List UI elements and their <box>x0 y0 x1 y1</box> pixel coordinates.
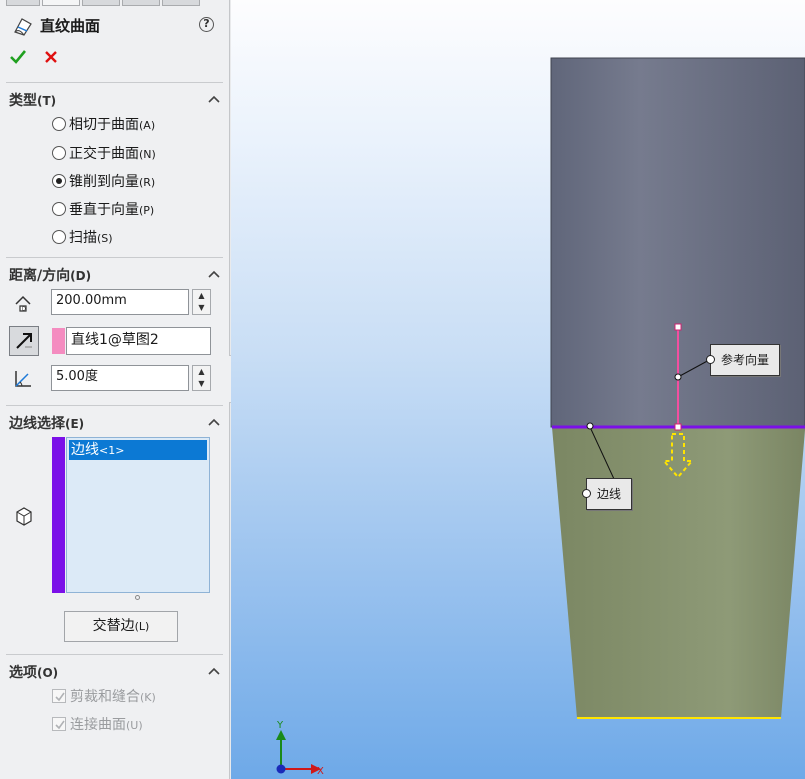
angle-input[interactable]: 5.00度 <box>51 365 189 391</box>
radio-perpendicular-to-vector[interactable]: 垂直于向量(P) <box>52 199 154 219</box>
divider <box>6 405 223 406</box>
radio-tapered-to-vector[interactable]: 锥削到向量(R) <box>52 171 155 191</box>
vector-endpoint[interactable] <box>674 323 682 331</box>
divider <box>6 654 223 655</box>
radio-button[interactable] <box>52 202 66 216</box>
edge-select-icon <box>16 507 32 526</box>
radio-label: 扫描(S) <box>69 230 113 246</box>
radio-normal-to-surface[interactable]: 正交于曲面(N) <box>52 143 156 163</box>
radio-label: 锥削到向量(R) <box>69 174 156 190</box>
tab-display-manager[interactable] <box>162 0 200 6</box>
chevron-up-icon[interactable] <box>208 270 220 278</box>
direction-reference-field[interactable]: 直线1@草图2 <box>66 327 211 355</box>
radio-button[interactable] <box>52 230 66 244</box>
distance-spinner[interactable]: ▲ ▼ <box>192 289 211 315</box>
reverse-direction-icon <box>16 333 32 349</box>
edge-selection-list[interactable]: 边线<1> <box>66 437 210 593</box>
spin-up-icon[interactable]: ▲ <box>193 366 210 378</box>
edge-section-title: 边线选择 <box>9 416 65 432</box>
radio-button[interactable] <box>52 117 66 131</box>
angle-spinner[interactable]: ▲ ▼ <box>192 365 211 391</box>
chevron-up-icon[interactable] <box>208 418 220 426</box>
radio-label: 垂直于向量(P) <box>69 202 155 218</box>
radio-label: 正交于曲面(N) <box>69 146 156 162</box>
svg-text:D: D <box>22 307 26 313</box>
radio-label: 相切于曲面(A) <box>69 117 156 133</box>
radio-button-selected[interactable] <box>52 174 66 188</box>
type-section-title: 类型 <box>9 93 37 109</box>
alternate-face-button[interactable]: 交替边(L) <box>64 611 178 642</box>
options-section-title: 选项 <box>9 665 37 681</box>
distance-input[interactable]: 200.00mm <box>51 289 189 315</box>
options-section-key: (O) <box>37 666 59 680</box>
divider <box>6 257 223 258</box>
divider <box>6 82 223 83</box>
edge-section-header[interactable]: 边线选择(E) <box>9 413 84 433</box>
checkbox-label: 剪裁和缝合(K) <box>70 689 156 705</box>
angle-icon <box>15 371 31 387</box>
spin-down-icon[interactable]: ▼ <box>193 378 210 390</box>
triad-x-label: X <box>317 766 324 777</box>
tab-dimxpert-manager[interactable] <box>122 0 160 6</box>
edge-section-key: (E) <box>65 417 85 431</box>
checkbox-connecting-surface[interactable]: 连接曲面(U) <box>52 714 143 734</box>
model-view: Y X <box>276 57 805 777</box>
checkbox-label: 连接曲面(U) <box>70 717 143 733</box>
type-section-header[interactable]: 类型(T) <box>9 90 56 110</box>
options-section-header[interactable]: 选项(O) <box>9 662 58 682</box>
checkbox[interactable] <box>52 689 66 703</box>
callout-reference-vector[interactable]: 参考向量 <box>705 344 781 376</box>
reverse-direction-button[interactable] <box>9 326 39 356</box>
graphics-area[interactable]: Y X 参考向量 边线 <box>231 0 805 779</box>
checkbox[interactable] <box>52 717 66 731</box>
radio-sweep[interactable]: 扫描(S) <box>52 227 113 247</box>
tab-feature-manager[interactable] <box>6 0 40 6</box>
help-icon[interactable]: ? <box>199 17 214 32</box>
coordinate-triad: Y X <box>276 720 324 777</box>
reference-color-swatch <box>52 328 65 354</box>
edge-list-color-bar <box>52 437 65 593</box>
resize-grip-icon[interactable] <box>135 595 140 600</box>
distance-section-title: 距离/方向 <box>9 268 71 284</box>
distance-section-header[interactable]: 距离/方向(D) <box>9 265 91 285</box>
tab-property-manager[interactable] <box>42 0 80 6</box>
spin-up-icon[interactable]: ▲ <box>193 290 210 302</box>
manager-tab-strip <box>0 0 230 6</box>
page-title: 直纹曲面 <box>40 17 101 35</box>
ruled-surface-icon <box>14 18 32 36</box>
property-manager-panel: 直纹曲面 ? 类型(T) 相切于曲面(A) 正交于曲面(N) 锥削到向量(R) … <box>0 0 230 779</box>
radio-button[interactable] <box>52 146 66 160</box>
check-icon[interactable] <box>9 48 27 66</box>
type-section-key: (T) <box>37 94 57 108</box>
list-item[interactable]: 边线<1> <box>69 440 207 460</box>
tab-configuration-manager[interactable] <box>82 0 120 6</box>
callout-anchor <box>586 422 594 430</box>
callout-edge[interactable]: 边线 <box>581 478 633 510</box>
radio-tangent-to-surface[interactable]: 相切于曲面(A) <box>52 114 155 134</box>
spin-down-icon[interactable]: ▼ <box>193 302 210 314</box>
triad-y-label: Y <box>276 720 284 731</box>
distance-icon: D <box>15 295 31 313</box>
chevron-up-icon[interactable] <box>208 95 220 103</box>
x-icon[interactable] <box>43 49 59 65</box>
ruled-surface-preview[interactable] <box>552 427 805 718</box>
checkbox-trim-and-knit[interactable]: 剪裁和缝合(K) <box>52 686 156 706</box>
distance-section-key: (D) <box>70 269 92 283</box>
callout-anchor <box>674 373 682 381</box>
chevron-up-icon[interactable] <box>208 667 220 675</box>
vector-endpoint[interactable] <box>674 423 682 431</box>
